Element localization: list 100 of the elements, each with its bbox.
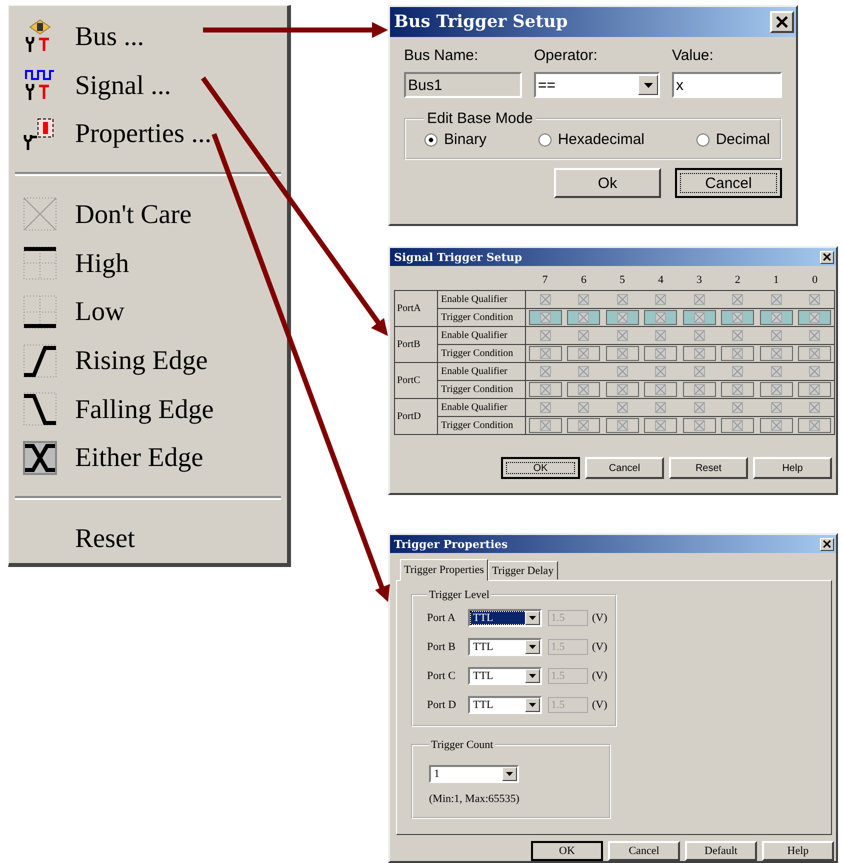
dialog-button[interactable]: Cancel: [585, 457, 664, 479]
condition-toggle[interactable]: [567, 418, 600, 433]
bus-name-field[interactable]: Bus1: [404, 72, 522, 98]
dont-care-toggle-icon[interactable]: [770, 330, 782, 342]
condition-toggle[interactable]: [760, 418, 793, 433]
radio-option[interactable]: Hexadecimal: [538, 131, 645, 148]
dont-care-toggle-icon[interactable]: [578, 294, 590, 306]
dont-care-toggle-icon[interactable]: [809, 294, 820, 306]
menu-item[interactable]: Low: [15, 288, 281, 336]
dialog-button[interactable]: Default: [685, 841, 757, 861]
tab[interactable]: Trigger Delay: [488, 561, 558, 580]
operator-dropdown[interactable]: ==: [534, 72, 660, 98]
dont-care-toggle-icon[interactable]: [732, 294, 744, 306]
condition-toggle[interactable]: [528, 310, 562, 325]
close-button[interactable]: [820, 250, 834, 264]
condition-toggle[interactable]: [567, 382, 600, 397]
dialog-button[interactable]: OK: [531, 841, 603, 861]
dont-care-toggle-icon[interactable]: [578, 330, 590, 342]
condition-toggle[interactable]: [528, 418, 562, 433]
condition-toggle[interactable]: [567, 346, 600, 361]
dialog-button[interactable]: Help: [762, 841, 834, 861]
radio-option[interactable]: Binary: [424, 131, 487, 148]
condition-toggle[interactable]: [606, 382, 639, 397]
dialog-button[interactable]: Reset: [669, 457, 748, 479]
dont-care-toggle-icon[interactable]: [732, 402, 744, 414]
dont-care-toggle-icon[interactable]: [809, 402, 820, 414]
condition-toggle[interactable]: [682, 346, 716, 361]
dont-care-toggle-icon[interactable]: [578, 366, 590, 378]
dialog-button[interactable]: OK: [501, 457, 580, 479]
condition-toggle[interactable]: [644, 346, 678, 361]
condition-toggle[interactable]: [644, 382, 678, 397]
menu-item[interactable]: Falling Edge: [15, 384, 281, 434]
dialog-button[interactable]: Cancel: [608, 841, 680, 861]
dialog-button[interactable]: Ok: [554, 168, 661, 198]
dont-care-toggle-icon[interactable]: [616, 402, 628, 414]
dont-care-toggle-icon[interactable]: [616, 366, 628, 378]
condition-toggle[interactable]: [682, 418, 716, 433]
dont-care-toggle-icon[interactable]: [616, 330, 628, 342]
level-dropdown[interactable]: TTL: [468, 608, 542, 626]
dont-care-toggle-icon[interactable]: [655, 294, 666, 306]
menu-item[interactable]: Either Edge: [15, 434, 281, 482]
dont-care-toggle-icon[interactable]: [809, 330, 820, 342]
value-field[interactable]: x: [672, 72, 782, 98]
dont-care-toggle-icon[interactable]: [540, 330, 551, 342]
menu-item[interactable]: High: [15, 238, 281, 288]
dont-care-toggle-icon[interactable]: [694, 330, 705, 342]
count-dropdown[interactable]: 1: [429, 765, 519, 783]
dont-care-toggle-icon[interactable]: [732, 330, 744, 342]
condition-toggle[interactable]: [798, 418, 832, 433]
condition-toggle[interactable]: [760, 346, 793, 361]
dont-care-toggle-icon[interactable]: [655, 402, 666, 414]
condition-toggle[interactable]: [798, 382, 832, 397]
menu-item[interactable]: Properties ...: [15, 109, 281, 158]
condition-toggle[interactable]: [682, 310, 716, 325]
dialog-button[interactable]: Cancel: [675, 168, 782, 198]
condition-toggle[interactable]: [721, 418, 754, 433]
condition-toggle[interactable]: [606, 346, 639, 361]
dont-care-toggle-icon[interactable]: [616, 294, 628, 306]
dont-care-toggle-icon[interactable]: [540, 402, 551, 414]
radio-button[interactable]: [424, 132, 438, 146]
dont-care-toggle-icon[interactable]: [694, 294, 705, 306]
condition-toggle[interactable]: [760, 310, 793, 325]
condition-toggle[interactable]: [721, 382, 754, 397]
condition-toggle[interactable]: [798, 346, 832, 361]
tab[interactable]: Trigger Properties: [400, 559, 488, 581]
dont-care-toggle-icon[interactable]: [770, 402, 782, 414]
condition-toggle[interactable]: [606, 310, 639, 325]
dont-care-toggle-icon[interactable]: [732, 366, 744, 378]
dont-care-toggle-icon[interactable]: [578, 402, 590, 414]
menu-item[interactable]: Rising Edge: [15, 336, 281, 385]
condition-toggle[interactable]: [798, 310, 832, 325]
condition-toggle[interactable]: [721, 346, 754, 361]
condition-toggle[interactable]: [682, 382, 716, 397]
close-button[interactable]: [820, 538, 834, 550]
radio-button[interactable]: [696, 132, 710, 146]
menu-item[interactable]: Bus ...: [15, 12, 281, 61]
condition-toggle[interactable]: [528, 382, 562, 397]
menu-item[interactable]: Signal ...: [15, 60, 281, 110]
level-dropdown[interactable]: TTL: [468, 638, 542, 656]
menu-item[interactable]: Don't Care: [15, 190, 281, 239]
condition-toggle[interactable]: [721, 310, 754, 325]
level-dropdown[interactable]: TTL: [468, 666, 542, 684]
condition-toggle[interactable]: [644, 310, 678, 325]
condition-toggle[interactable]: [567, 310, 600, 325]
close-button[interactable]: [770, 11, 794, 33]
dont-care-toggle-icon[interactable]: [655, 330, 666, 342]
level-dropdown[interactable]: TTL: [468, 696, 542, 714]
condition-toggle[interactable]: [606, 418, 639, 433]
radio-option[interactable]: Decimal: [696, 131, 770, 148]
dont-care-toggle-icon[interactable]: [770, 366, 782, 378]
condition-toggle[interactable]: [644, 418, 678, 433]
menu-item[interactable]: Reset: [15, 514, 281, 564]
condition-toggle[interactable]: [528, 346, 562, 361]
condition-toggle[interactable]: [760, 382, 793, 397]
dont-care-toggle-icon[interactable]: [655, 366, 666, 378]
dont-care-toggle-icon[interactable]: [770, 294, 782, 306]
dont-care-toggle-icon[interactable]: [540, 366, 551, 378]
dont-care-toggle-icon[interactable]: [809, 366, 820, 378]
dont-care-toggle-icon[interactable]: [694, 402, 705, 414]
dont-care-toggle-icon[interactable]: [694, 366, 705, 378]
